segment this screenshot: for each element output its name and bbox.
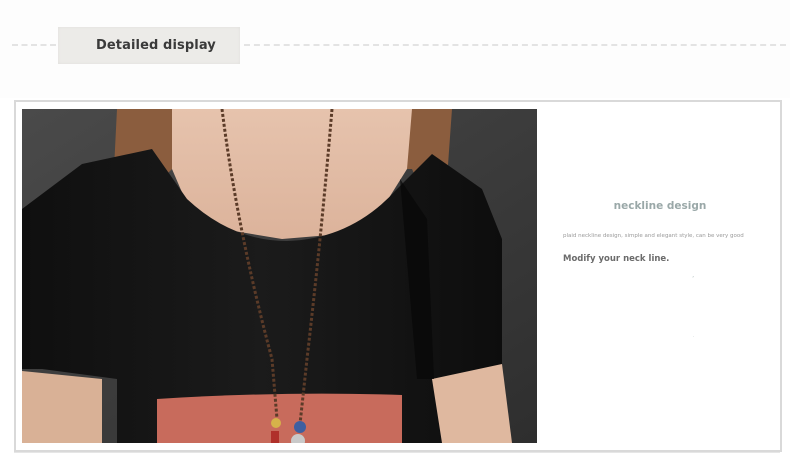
header-divider-right [244, 44, 786, 46]
decorative-tick-mark: ’ [692, 275, 695, 283]
necklace-bead-yellow [271, 418, 281, 428]
model-left-arm [22, 371, 102, 443]
product-photo [22, 109, 537, 443]
necklace-tassel-red [271, 431, 279, 443]
necklace-bead-blue [294, 421, 306, 433]
shirt-coral-panel [157, 393, 402, 443]
header-divider-left [12, 44, 56, 46]
decorative-dot-mark: · [693, 334, 695, 339]
feature-description: plaid neckline design, simple and elegan… [563, 233, 744, 239]
feature-tagline: Modify your neck line. [563, 254, 670, 264]
feature-title: neckline design [613, 200, 707, 212]
bottom-divider [14, 452, 780, 453]
section-label-tag: Detailed display [58, 27, 240, 64]
product-photo-illustration [22, 109, 537, 443]
section-title: Detailed display [96, 38, 216, 53]
